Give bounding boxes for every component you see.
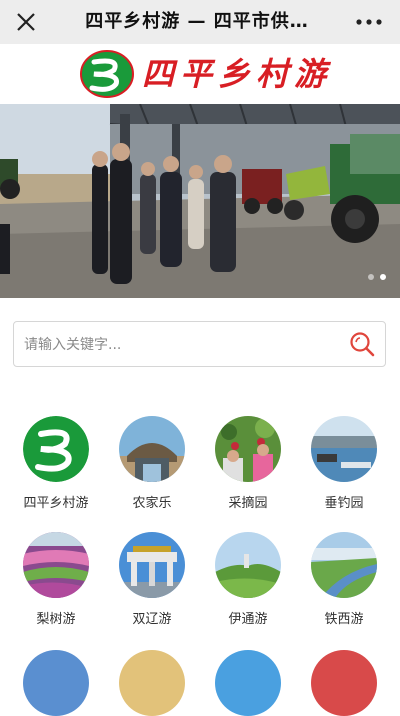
top-bar: 四平乡村游 — 四平市供… [0,0,400,44]
category-label: 伊通游 [228,612,268,627]
archway-icon [119,532,185,598]
category-item-lishuyou[interactable]: 梨树游 [8,532,104,627]
category-label: 农家乐 [132,496,172,511]
close-button[interactable] [12,8,40,36]
brand-name: 四平乡村游 [142,55,333,93]
fishing-icon [311,416,377,482]
carousel-dot-active[interactable] [380,274,386,280]
close-icon [17,13,35,31]
banner-carousel[interactable] [0,104,400,298]
category-item-row3-1[interactable] [8,650,104,716]
category-label: 双辽游 [132,612,172,627]
carousel-indicator [368,274,386,280]
category-item-caizhaiyuan[interactable]: 采摘园 [200,416,296,511]
partial-thumbnail-icon [119,650,185,716]
more-icon [356,19,382,25]
category-item-tiexiyou[interactable]: 铁西游 [296,532,392,627]
carousel-dot[interactable] [368,274,374,280]
banner-image [0,104,400,298]
category-label: 采摘园 [228,496,268,511]
partial-thumbnail-icon [215,650,281,716]
flower-field-icon [23,532,89,598]
fruit-picking-icon [215,416,281,482]
search-box [13,321,386,368]
category-item-shuangliaoyou[interactable]: 双辽游 [104,532,200,627]
category-item-row3-4[interactable] [296,650,392,716]
category-label: 铁西游 [324,612,364,627]
category-label: 四平乡村游 [23,496,89,511]
brand-logo-icon [80,50,134,98]
logo-icon [23,416,89,482]
farmhouse-icon [119,416,185,482]
category-item-row3-2[interactable] [104,650,200,716]
brand-header: 四平乡村游 [0,44,400,104]
category-item-chuidiaoyuan[interactable]: 垂钓园 [296,416,392,511]
partial-thumbnail-icon [23,650,89,716]
category-item-nongjiale[interactable]: 农家乐 [104,416,200,511]
mountain-icon [215,532,281,598]
search-input[interactable] [22,322,346,368]
category-label: 梨树游 [36,612,76,627]
category-label: 垂钓园 [324,496,364,511]
more-button[interactable] [352,8,386,36]
category-item-yitongyou[interactable]: 伊通游 [200,532,296,627]
search-icon[interactable] [349,331,375,357]
partial-thumbnail-icon [311,650,377,716]
category-item-sipingxiangcunyou[interactable]: 四平乡村游 [8,416,104,511]
category-item-row3-3[interactable] [200,650,296,716]
river-icon [311,532,377,598]
page-title: 四平乡村游 — 四平市供… [85,11,309,32]
